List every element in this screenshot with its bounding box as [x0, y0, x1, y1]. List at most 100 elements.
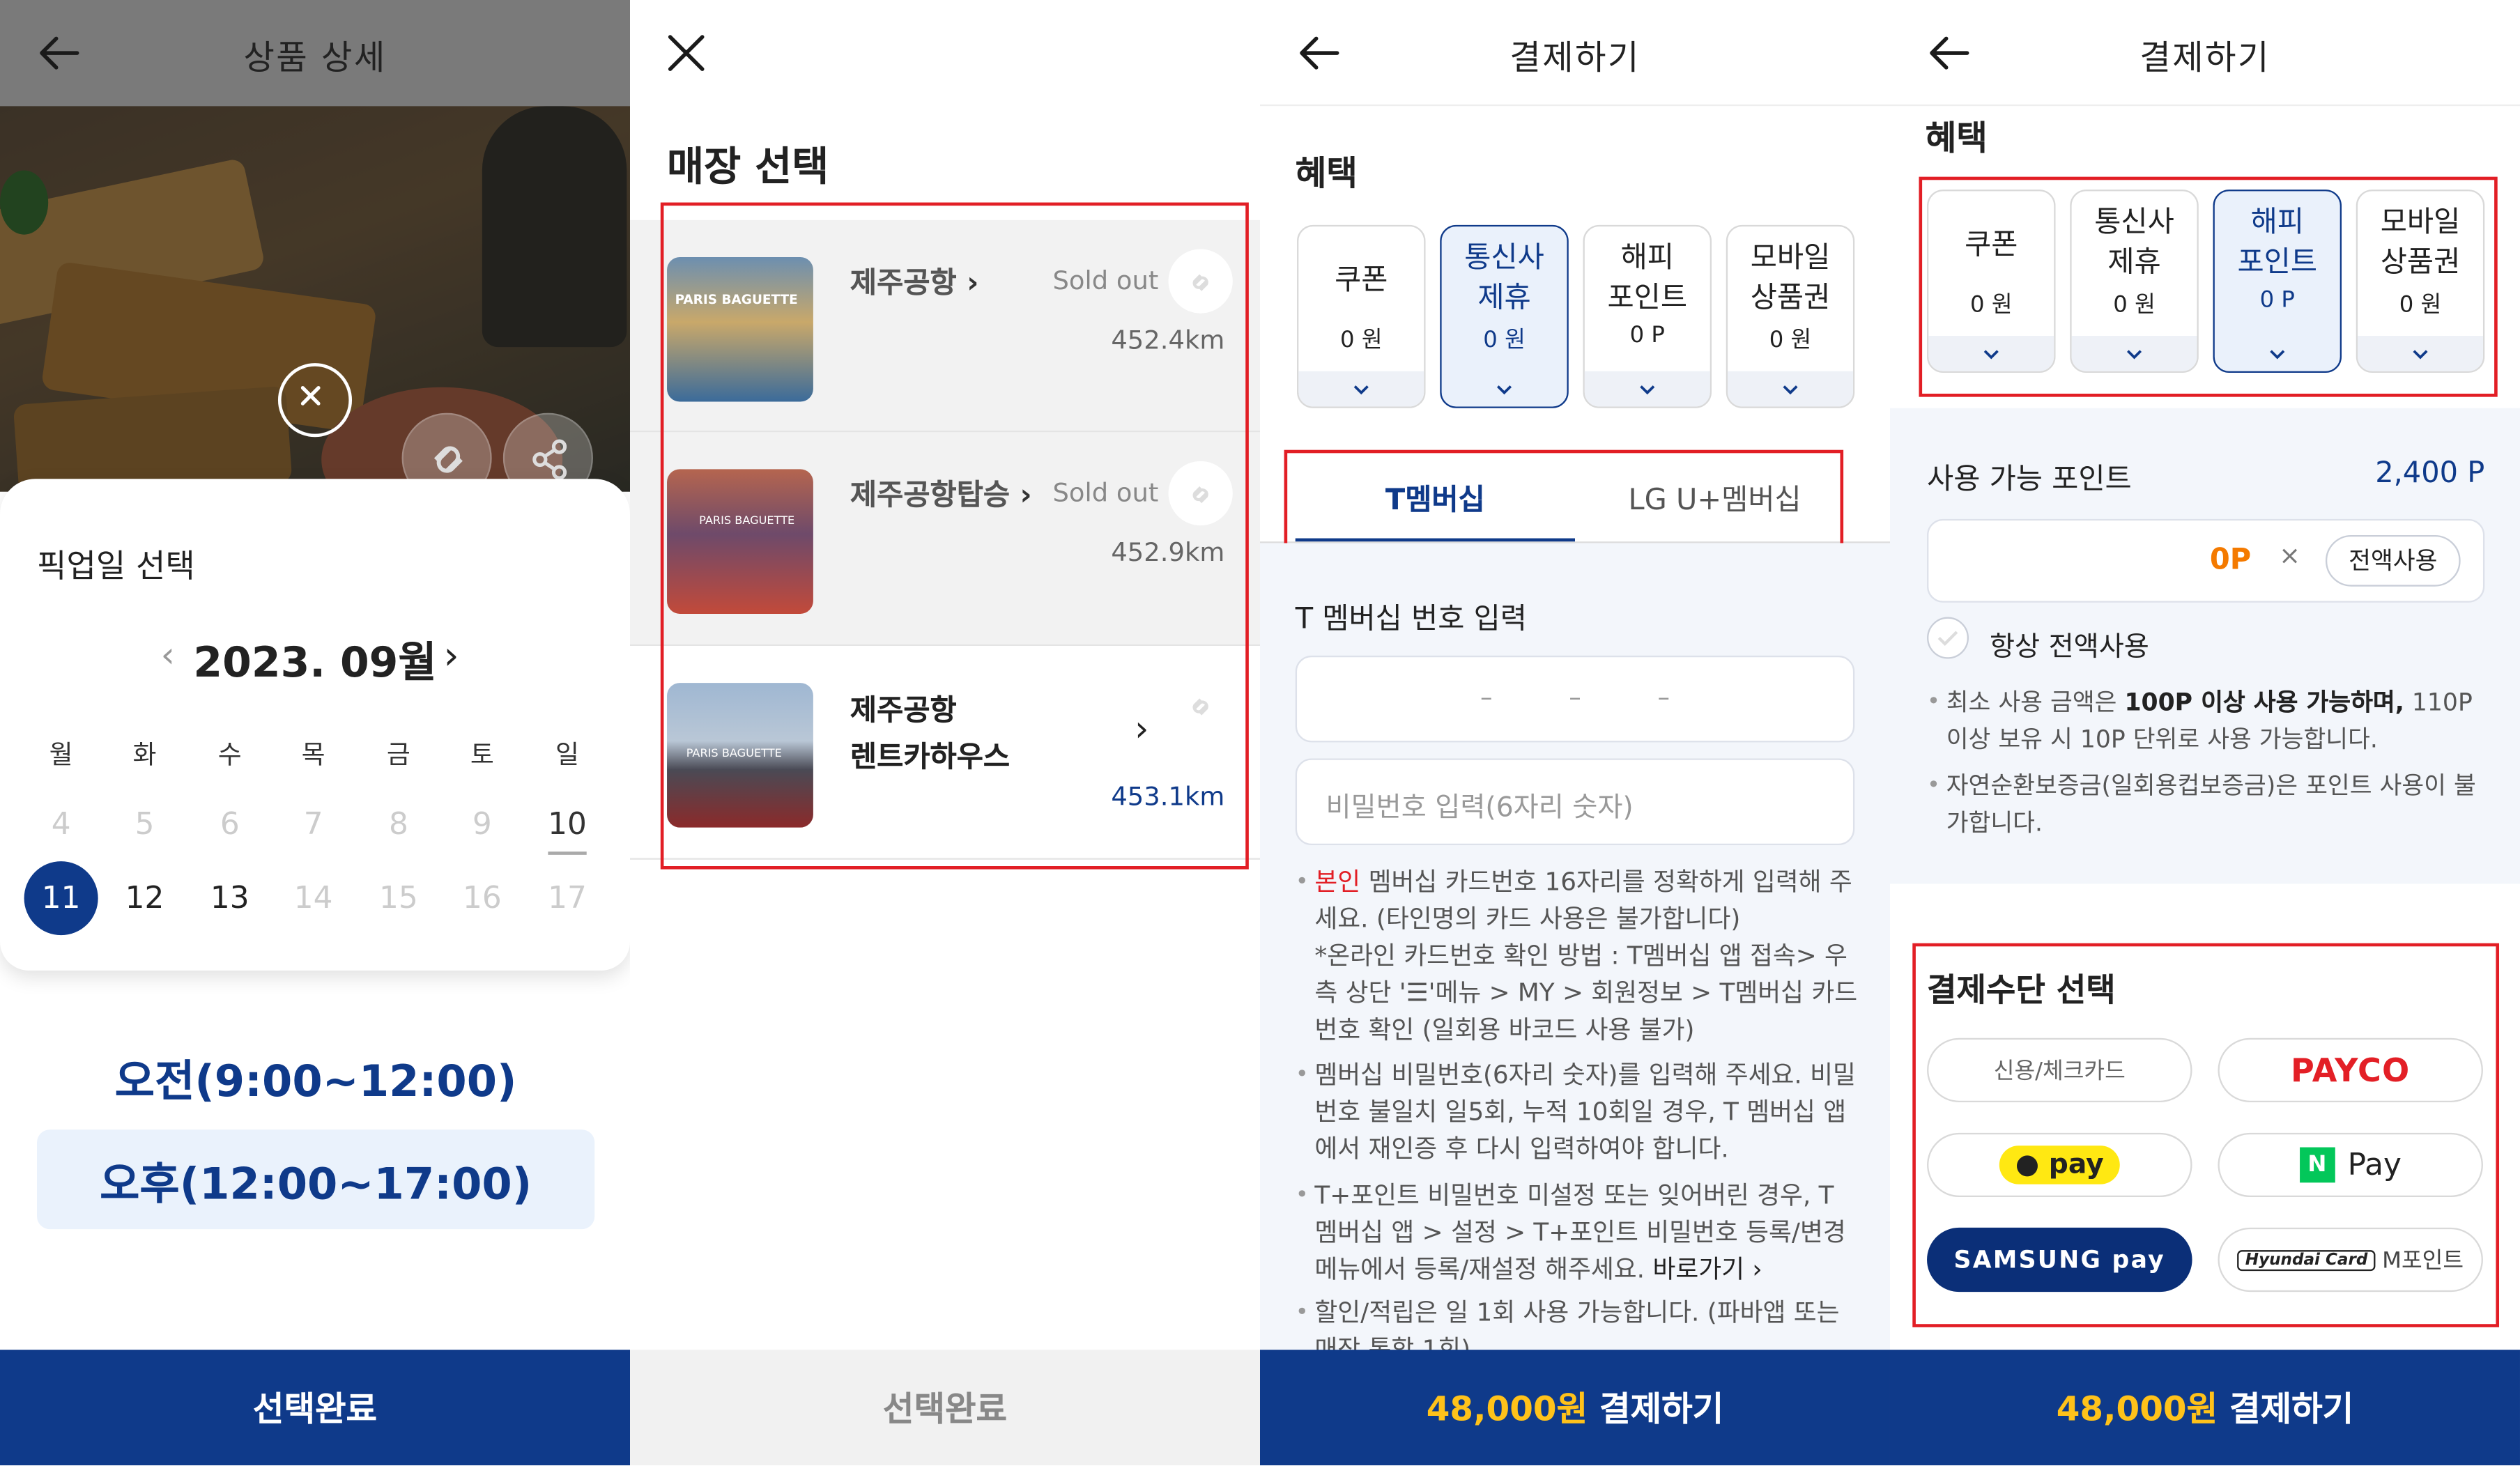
time-slot-pm[interactable]: 오후(12:00~17:00) — [37, 1129, 595, 1230]
pay-button[interactable]: 48,000원 결제하기 — [1259, 1350, 1890, 1466]
payco-logo: PAYCO — [2290, 1051, 2411, 1090]
tab-mobile-voucher[interactable]: 모바일 상품권 0 원 — [2356, 190, 2485, 373]
weekday-label: 월 — [49, 739, 73, 770]
tab-label: 제휴 — [2107, 245, 2161, 280]
samsungpay-button[interactable]: SAMSUNG pay — [1927, 1227, 2192, 1293]
calendar-day[interactable]: 12 — [108, 881, 182, 916]
today-underline — [548, 851, 587, 855]
hyundaicard-button[interactable]: Hyundai Card M포인트 — [2218, 1227, 2483, 1293]
calendar-day: 6 — [220, 806, 240, 842]
store-item[interactable]: PARIS BAGUETTE 제주공항 렌트카하우스 › 453.1km — [629, 646, 1260, 858]
chevron-right-icon[interactable]: › — [1135, 710, 1148, 750]
credit-card-label: 신용/체크카드 — [1993, 1058, 2126, 1085]
tab-label: 쿠폰 — [1335, 263, 1388, 298]
tab-amount: 0 원 — [2399, 292, 2442, 318]
samsungpay-logo: SAMSUNG pay — [1953, 1245, 2166, 1274]
tab-label: 쿠폰 — [1965, 228, 2018, 262]
kakaopay-button[interactable]: ● pay — [1927, 1132, 2192, 1198]
store-name: 제주공항탑승 › — [850, 479, 1032, 513]
calendar-day: 8 — [388, 806, 408, 842]
calendar-day: 14 — [293, 880, 333, 916]
store-distance: 453.1km — [1111, 780, 1225, 812]
tab-happypoint[interactable]: 해피 포인트 0 P — [1583, 224, 1712, 408]
chevron-down-icon — [2215, 336, 2340, 371]
payco-button[interactable]: PAYCO — [2218, 1037, 2483, 1102]
store-distance: 452.4km — [1111, 324, 1225, 355]
points-value: 2,400 P — [2375, 456, 2485, 491]
store-thumbnail: PARIS BAGUETTE — [667, 683, 813, 828]
hyundaicard-logo: Hyundai Card — [2237, 1249, 2376, 1270]
points-note-2: • 자연순환보증금(일회용컵보증금)은 포인트 사용이 불가합니다. — [1927, 771, 2476, 838]
tab-happypoint[interactable]: 해피 포인트 0 P — [2213, 190, 2342, 373]
close-circle-icon[interactable] — [277, 363, 353, 438]
month-label: 2023. 09월 — [193, 639, 437, 688]
points-note-1: • 최소 사용 금액은 100P 이상 사용 가능하며, 110P 이상 보유 시… — [1927, 688, 2473, 754]
close-icon[interactable] — [662, 29, 710, 77]
tab-amount: 0 원 — [1340, 327, 1383, 354]
tab-carrier[interactable]: 통신사제휴 0 원 — [1440, 224, 1569, 408]
password-placeholder: 비밀번호 입력(6자리 숫자) — [1326, 792, 1634, 825]
chevron-down-icon — [1728, 371, 1853, 407]
sheet-title: 픽업일 선택 — [37, 546, 195, 585]
tab-amount: 0 원 — [1970, 292, 2013, 318]
chevron-down-icon — [1928, 335, 2054, 371]
store-item[interactable]: PARIS BAGUETTE 제주공항탑승 › Sold out 452.9km — [629, 432, 1260, 645]
form-area: T 멤버십 번호 입력 – – – 비밀번호 입력(6자리 숫자) • 본인 멤버… — [1259, 543, 1890, 1364]
calendar-day-selected[interactable]: 11 — [24, 861, 98, 936]
pay-amount: 48,000원 — [2056, 1389, 2218, 1429]
confirm-button[interactable]: 선택완료 — [0, 1350, 630, 1466]
calendar-day[interactable]: 10 — [530, 807, 604, 842]
chevron-down-icon — [1298, 371, 1424, 407]
favorite-icon[interactable] — [1168, 461, 1233, 526]
naverpay-button[interactable]: N Pay — [2218, 1132, 2483, 1198]
pay-button[interactable]: 48,000원 결제하기 — [1889, 1350, 2520, 1466]
always-use-all-label: 항상 전액사용 — [1989, 631, 2149, 664]
tab-coupon[interactable]: 쿠폰 0 원 — [1927, 190, 2056, 373]
kakaopay-logo: ● pay — [1999, 1145, 2120, 1185]
use-all-button[interactable]: 전액사용 — [2325, 534, 2461, 587]
calendar-day: 4 — [51, 806, 71, 842]
points-input-value: 0P — [2209, 543, 2252, 577]
chevron-down-icon — [1442, 371, 1567, 407]
tab-carrier[interactable]: 통신사 제휴 0 원 — [2070, 190, 2199, 373]
favorite-icon[interactable] — [1168, 249, 1233, 314]
weekday-label: 토 — [470, 739, 494, 770]
tab-label: 모바일 — [1750, 240, 1831, 275]
tab-label: 제휴 — [1477, 281, 1531, 315]
points-label: 사용 가능 포인트 — [1927, 463, 2132, 497]
password-input[interactable]: 비밀번호 입력(6자리 숫자) — [1295, 758, 1855, 846]
calendar-day: 7 — [303, 806, 323, 842]
tab-amount: 0 P — [1629, 323, 1665, 349]
shortcut-link[interactable]: 바로가기 › — [1652, 1255, 1762, 1284]
payment-method-title: 결제수단 선택 — [1927, 970, 2116, 1010]
screenshot-root: 상품 상세 픽업일 선택 ‹ 2023. 09월 › 월화수목금토일 45678… — [0, 0, 2520, 1466]
calendar-day: 15 — [379, 880, 418, 916]
payment-screen-happypoint: 결제하기 혜택 쿠폰 0 원 통신사 제휴 0 원 해피 포인트 0 P 모바일 상품권 0 원 사… — [1889, 0, 2520, 1466]
carrier-tab-lg[interactable]: LG U+멤버십 — [1575, 477, 1854, 519]
tab-label: 통신사 — [1464, 240, 1544, 275]
tab-label: 모바일 — [2380, 206, 2461, 240]
tab-label: 해피 — [1620, 240, 1674, 275]
store-thumbnail: PARIS BAGUETTE — [667, 256, 813, 402]
carrier-tab-t[interactable]: T멤버십 — [1296, 477, 1575, 519]
clear-icon[interactable]: × — [2279, 540, 2300, 571]
chevron-down-icon — [1584, 371, 1710, 407]
tab-coupon[interactable]: 쿠폰 0 원 — [1297, 224, 1426, 408]
confirm-button[interactable]: 선택완료 — [629, 1350, 1260, 1466]
membership-label: T 멤버십 번호 입력 — [1295, 602, 1528, 637]
time-slot-am[interactable]: 오전(9:00~12:00) — [37, 1027, 594, 1127]
favorite-icon[interactable] — [1183, 688, 1218, 730]
sold-out-label: Sold out — [1052, 265, 1159, 296]
calendar-day[interactable]: 13 — [193, 881, 267, 916]
card-number-input[interactable]: – – – — [1295, 655, 1855, 743]
points-input[interactable]: 0P × 전액사용 — [1927, 518, 2485, 603]
credit-card-button[interactable]: 신용/체크카드 — [1927, 1037, 2192, 1102]
note-3: • T+포인트 비밀번호 미설정 또는 잊어버린 경우, T 멤버십 앱 > 설정… — [1295, 1180, 1846, 1284]
tab-amount: 0 원 — [1483, 327, 1526, 354]
always-use-all-checkbox[interactable] — [1927, 617, 1969, 659]
next-month-icon[interactable]: › — [443, 633, 459, 679]
store-item[interactable]: PARIS BAGUETTE 제주공항 › Sold out 452.4km — [629, 219, 1260, 433]
page-title: 매장 선택 — [667, 143, 829, 190]
tab-mobile-voucher[interactable]: 모바일 상품권 0 원 — [1726, 224, 1855, 408]
calendar-day: 9 — [472, 806, 492, 842]
